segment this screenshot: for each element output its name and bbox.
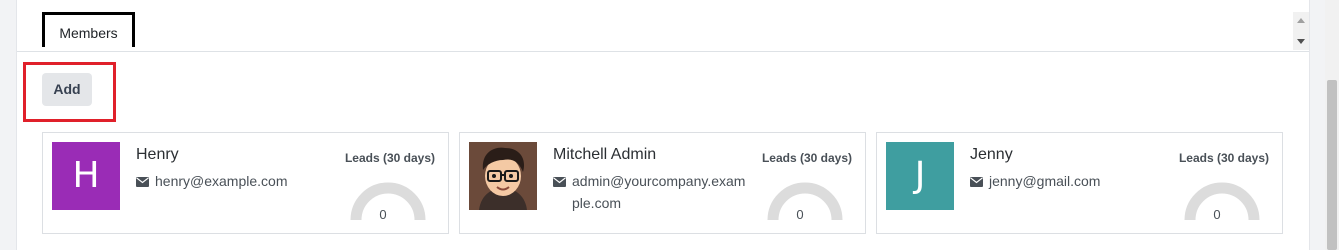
leads-label: Leads (30 days) xyxy=(344,151,435,165)
member-name: Jenny xyxy=(970,146,1013,163)
envelope-icon xyxy=(553,177,566,187)
member-email-row: admin@yourcompany.exam ple.com xyxy=(553,170,763,214)
form-sheet: Members Add H Henry henry@example.com Le… xyxy=(16,0,1310,250)
avatar: H xyxy=(52,142,120,210)
scroll-down-icon[interactable] xyxy=(1297,39,1305,44)
member-email-row: jenny@gmail.com xyxy=(970,170,1180,192)
member-name: Mitchell Admin xyxy=(553,146,657,163)
leads-value: 0 xyxy=(1213,207,1221,222)
leads-label: Leads (30 days) xyxy=(761,151,852,165)
avatar xyxy=(469,142,537,210)
tab-bar: Members xyxy=(17,0,1309,52)
member-card-henry[interactable]: H Henry henry@example.com Leads (30 days… xyxy=(42,132,449,234)
leads-value: 0 xyxy=(379,207,387,222)
leads-value: 0 xyxy=(796,207,804,222)
tab-scrollbar[interactable] xyxy=(1293,12,1309,50)
member-card-jenny[interactable]: J Jenny jenny@gmail.com Leads (30 days) … xyxy=(876,132,1283,234)
member-email[interactable]: admin@yourcompany.exam ple.com xyxy=(553,173,745,211)
member-email-row: henry@example.com xyxy=(136,170,346,192)
tab-members[interactable]: Members xyxy=(42,12,135,47)
member-card-mitchell-admin[interactable]: Mitchell Admin admin@yourcompany.exam ple… xyxy=(459,132,866,234)
member-name: Henry xyxy=(136,146,179,163)
add-member-button[interactable]: Add xyxy=(42,73,92,106)
scroll-up-icon[interactable] xyxy=(1297,18,1305,23)
envelope-icon xyxy=(970,177,983,187)
member-email[interactable]: jenny@gmail.com xyxy=(989,173,1100,189)
member-email[interactable]: henry@example.com xyxy=(155,173,288,189)
envelope-icon xyxy=(136,177,149,187)
avatar: J xyxy=(886,142,954,210)
leads-label: Leads (30 days) xyxy=(1178,151,1269,165)
page-scrollbar-thumb[interactable] xyxy=(1327,80,1337,250)
